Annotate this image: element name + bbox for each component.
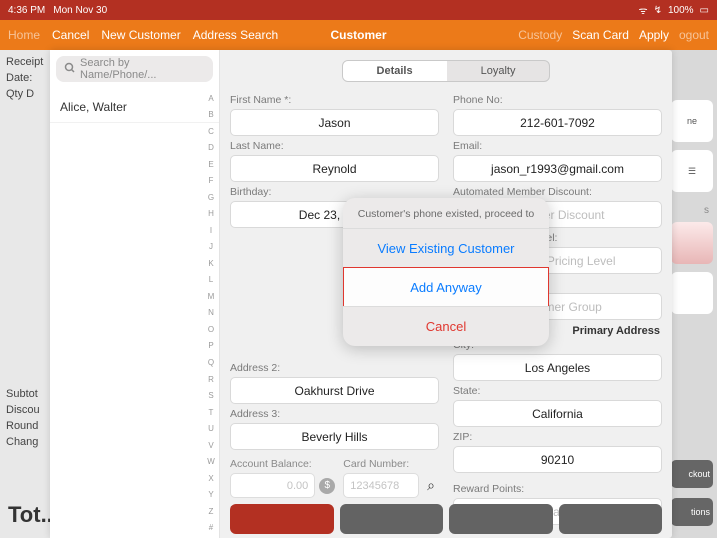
search-input[interactable]: Search by Name/Phone/... <box>56 56 213 82</box>
index-letter[interactable]: V <box>205 441 217 450</box>
index-letter[interactable]: S <box>205 391 217 400</box>
index-letter[interactable]: E <box>205 160 217 169</box>
popup-cancel-button[interactable]: Cancel <box>343 306 549 346</box>
menu-toggle-icon[interactable]: ☰ <box>671 150 713 192</box>
checkout-button[interactable]: ckout <box>671 460 713 488</box>
index-letter[interactable]: U <box>205 424 217 433</box>
index-letter[interactable]: A <box>205 94 217 103</box>
popup-message: Customer's phone existed, proceed to <box>343 198 549 228</box>
first-name-field[interactable]: Jason <box>230 109 439 136</box>
email-field[interactable]: jason_r1993@gmail.com <box>453 155 662 182</box>
card-number-field[interactable]: 12345678 <box>343 473 419 498</box>
index-letter[interactable]: N <box>205 308 217 317</box>
index-letter[interactable]: O <box>205 325 217 334</box>
customer-sidebar: Search by Name/Phone/... Alice, Walter A… <box>50 50 220 538</box>
action-bar <box>230 504 662 534</box>
index-letter[interactable]: T <box>205 408 217 417</box>
address3-field[interactable]: Beverly Hills <box>230 423 439 450</box>
battery-icon: ▭ <box>700 5 709 16</box>
index-letter[interactable]: R <box>205 375 217 384</box>
logout-button[interactable]: ogout <box>679 28 709 42</box>
menu-tile[interactable]: ne <box>671 100 713 142</box>
city-field[interactable]: Los Angeles <box>453 354 662 381</box>
menu-tile[interactable] <box>671 272 713 314</box>
index-letter[interactable]: G <box>205 193 217 202</box>
currency-icon: $ <box>319 478 335 494</box>
index-letter[interactable]: P <box>205 341 217 350</box>
status-date: Mon Nov 30 <box>53 5 107 16</box>
status-bar: 4:36 PM Mon Nov 30 ᯤ ↯ 100% ▭ <box>0 0 717 20</box>
nav-home[interactable]: Home <box>8 28 40 42</box>
search-placeholder: Search by Name/Phone/... <box>80 57 205 81</box>
wifi-icon: ᯤ <box>638 3 647 17</box>
charge-icon: ↯ <box>654 5 662 16</box>
index-letter[interactable]: X <box>205 474 217 483</box>
background-receipt-panel: Receipt Date: Qty D Subtot Discou Round … <box>0 50 55 538</box>
index-letter[interactable]: J <box>205 242 217 251</box>
status-time: 4:36 PM <box>8 5 45 16</box>
duplicate-phone-popup: Customer's phone existed, proceed to Vie… <box>343 198 549 346</box>
last-name-field[interactable]: Reynold <box>230 155 439 182</box>
account-balance-field[interactable]: 0.00 <box>230 473 315 498</box>
index-letter[interactable]: H <box>205 209 217 218</box>
address-search-button[interactable]: Address Search <box>193 28 278 42</box>
index-letter[interactable]: Y <box>205 490 217 499</box>
customer-form: Details Loyalty First Name *: Jason Last… <box>220 50 672 538</box>
zip-field[interactable]: 90210 <box>453 446 662 473</box>
phone-field[interactable]: 212-601-7092 <box>453 109 662 136</box>
view-existing-button[interactable]: View Existing Customer <box>343 228 549 268</box>
custody-button[interactable]: Custody <box>518 28 562 42</box>
index-letter[interactable]: Q <box>205 358 217 367</box>
index-letter[interactable]: W <box>205 457 217 466</box>
add-anyway-button[interactable]: Add Anyway <box>343 267 549 307</box>
action-button[interactable] <box>230 504 334 534</box>
address2-field[interactable]: Oakhurst Drive <box>230 377 439 404</box>
state-field[interactable]: California <box>453 400 662 427</box>
action-button[interactable] <box>340 504 444 534</box>
menu-tile[interactable] <box>671 222 713 264</box>
index-letter[interactable]: # <box>205 523 217 532</box>
scan-card-button[interactable]: Scan Card <box>572 28 629 42</box>
customer-list[interactable]: Alice, Walter ABCDEFGHIJKLMNOPQRSTUVWXYZ… <box>50 88 219 538</box>
index-letter[interactable]: C <box>205 127 217 136</box>
tab-segment[interactable]: Details Loyalty <box>342 60 551 82</box>
index-letter[interactable]: D <box>205 143 217 152</box>
tab-loyalty[interactable]: Loyalty <box>447 61 550 81</box>
cancel-button[interactable]: Cancel <box>52 28 89 42</box>
action-button[interactable] <box>559 504 663 534</box>
background-right-panel: ne ☰ s ckout tions <box>667 50 717 538</box>
index-letter[interactable]: I <box>205 226 217 235</box>
index-letter[interactable]: Z <box>205 507 217 516</box>
customer-modal: Search by Name/Phone/... Alice, Walter A… <box>50 50 672 538</box>
battery-pct: 100% <box>668 5 694 16</box>
index-letter[interactable]: B <box>205 110 217 119</box>
index-letter[interactable]: F <box>205 176 217 185</box>
index-letter[interactable]: K <box>205 259 217 268</box>
action-button[interactable] <box>449 504 553 534</box>
options-button[interactable]: tions <box>671 498 713 526</box>
index-bar[interactable]: ABCDEFGHIJKLMNOPQRSTUVWXYZ # <box>205 90 217 536</box>
list-item[interactable]: Alice, Walter <box>50 92 219 123</box>
nav-bar: Home Cancel New Customer Address Search … <box>0 20 717 50</box>
tab-details[interactable]: Details <box>343 61 447 81</box>
apply-button[interactable]: Apply <box>639 28 669 42</box>
new-customer-button[interactable]: New Customer <box>101 28 180 42</box>
barcode-icon[interactable]: ⌕ <box>423 478 439 494</box>
index-letter[interactable]: L <box>205 275 217 284</box>
index-letter[interactable]: M <box>205 292 217 301</box>
search-icon <box>64 62 76 77</box>
